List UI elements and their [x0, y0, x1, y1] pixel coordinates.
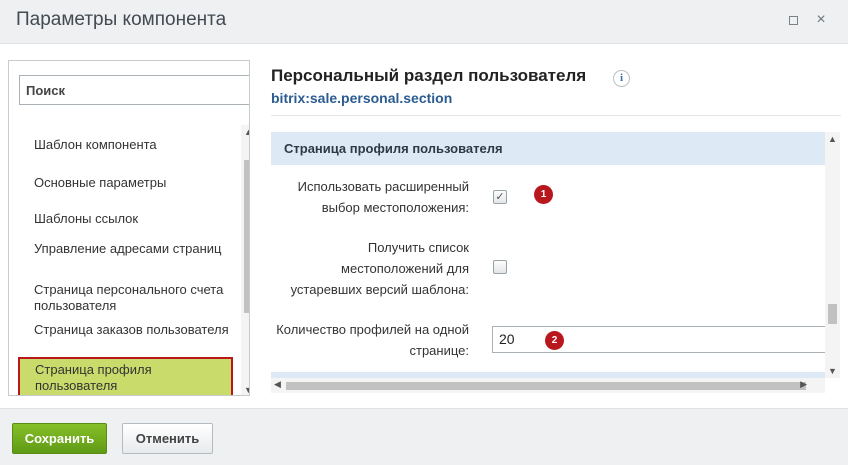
sidebar-scrollbar[interactable]: ▲ ▼	[241, 125, 249, 395]
scroll-right-icon[interactable]: ▶	[800, 379, 807, 390]
dialog-title: Параметры компонента	[16, 9, 227, 30]
component-title: Персональный раздел пользователя	[271, 66, 587, 85]
search-input[interactable]	[19, 75, 249, 105]
dialog-content: Шаблон компонента Основные параметры Шаб…	[0, 44, 848, 408]
params-panel: Страница профиля пользователя Использова…	[271, 132, 825, 378]
dialog-footer: Сохранить Отменить	[0, 408, 848, 465]
sidebar-item-orders-page[interactable]: Страница заказов пользователя	[17, 322, 233, 338]
callout-badge-2: 2	[545, 331, 564, 350]
callout-badge-1: 1	[534, 185, 553, 204]
save-button[interactable]: Сохранить	[12, 423, 107, 454]
sidebar-item-link-templates[interactable]: Шаблоны ссылок	[17, 211, 233, 227]
scrollbar-thumb[interactable]	[244, 160, 249, 313]
section-header: Страница профиля пользователя	[271, 132, 825, 165]
params-vertical-scrollbar[interactable]: ▲ ▼	[825, 132, 840, 378]
settings-sidebar: Шаблон компонента Основные параметры Шаб…	[8, 60, 250, 396]
sidebar-item-url-management[interactable]: Управление адресами страниц	[17, 241, 233, 257]
extended-location-checkbox[interactable]: ✓	[493, 190, 507, 204]
maximize-icon[interactable]	[786, 13, 800, 27]
scroll-down-icon[interactable]: ▼	[828, 366, 837, 376]
divider	[271, 115, 841, 116]
sidebar-item-template[interactable]: Шаблон компонента	[17, 137, 233, 153]
params-horizontal-scrollbar[interactable]: ◀ ▶	[271, 378, 825, 393]
sidebar-item-account-page[interactable]: Страница персонального счета пользовател…	[17, 282, 233, 314]
scroll-up-icon[interactable]: ▲	[828, 134, 837, 144]
component-code: bitrix:sale.personal.section	[271, 90, 453, 106]
scrollbar-thumb[interactable]	[286, 382, 806, 390]
param-label-profiles-per-page: Количество профилей на одной странице:	[276, 322, 469, 358]
sidebar-item-profile-page[interactable]: Страница профиля пользователя	[18, 357, 233, 395]
scrollbar-thumb[interactable]	[828, 304, 837, 324]
info-icon[interactable]: i	[613, 70, 630, 87]
profiles-per-page-input[interactable]: 20	[492, 326, 825, 353]
scroll-down-icon[interactable]: ▼	[244, 385, 249, 395]
legacy-locations-checkbox[interactable]	[493, 260, 507, 274]
close-icon[interactable]: ×	[814, 12, 828, 28]
param-label-extended-location: Использовать расширенный выбор местополо…	[297, 179, 469, 215]
param-label-legacy-locations: Получить список местоположений для устар…	[290, 240, 469, 297]
scroll-left-icon[interactable]: ◀	[274, 379, 281, 390]
sidebar-item-basic-params[interactable]: Основные параметры	[17, 175, 233, 191]
scroll-up-icon[interactable]: ▲	[244, 127, 249, 137]
cancel-button[interactable]: Отменить	[122, 423, 213, 454]
dialog-titlebar: Параметры компонента ×	[0, 0, 848, 44]
